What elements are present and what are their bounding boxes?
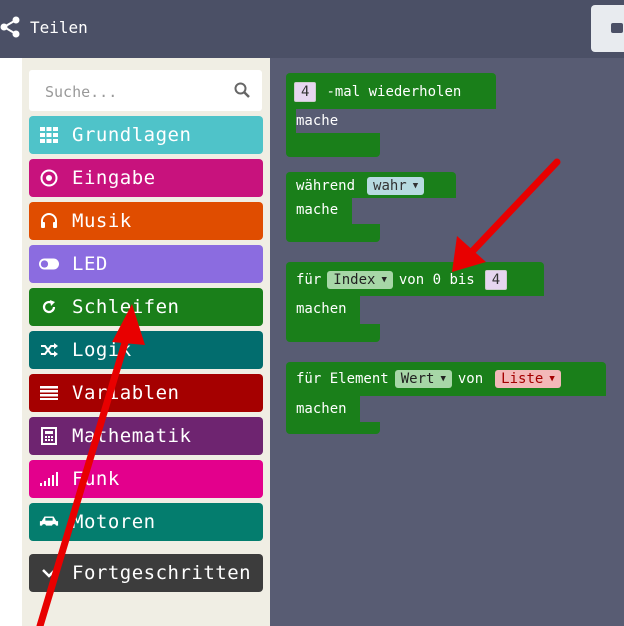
category-label: Logik	[72, 339, 132, 361]
car-icon	[39, 512, 59, 532]
category-led[interactable]: LED	[29, 245, 263, 283]
category-funk[interactable]: Funk	[29, 460, 263, 498]
category-grundlagen[interactable]: Grundlagen	[29, 116, 263, 154]
category-motoren[interactable]: Motoren	[29, 503, 263, 541]
category-musik[interactable]: Musik	[29, 202, 263, 240]
dropdown-arrow-icon: ▼	[381, 275, 387, 285]
category-variablen[interactable]: Variablen	[29, 374, 263, 412]
dropdown-arrow-icon: ▼	[440, 374, 446, 384]
category-label: Schleifen	[72, 296, 180, 318]
toolbar-button[interactable]	[591, 5, 624, 52]
while-label: während	[296, 178, 356, 194]
category-mathematik[interactable]: Mathematik	[29, 417, 263, 455]
repeat-label: -mal wiederholen	[326, 84, 462, 100]
grid-icon	[39, 125, 59, 145]
category-schleifen[interactable]: Schleifen	[29, 288, 263, 326]
refresh-icon	[39, 297, 59, 317]
list-icon	[39, 383, 59, 403]
category-logik[interactable]: Logik	[29, 331, 263, 369]
foreach-list-dropdown[interactable]: Liste ▼	[495, 370, 561, 388]
foreach-variable-dropdown[interactable]: Wert ▼	[394, 370, 452, 388]
category-eingabe[interactable]: Eingabe	[29, 159, 263, 197]
share-button[interactable]: Teilen	[0, 16, 88, 38]
calculator-icon	[39, 426, 59, 446]
dropdown-arrow-icon: ▼	[412, 181, 419, 191]
category-label: Variablen	[72, 382, 180, 404]
while-condition-dropdown[interactable]: wahr ▼	[367, 177, 425, 195]
category-label: Motoren	[72, 511, 156, 533]
share-label: Teilen	[30, 17, 88, 37]
for-do-label: machen	[296, 301, 347, 317]
foreach-of-label: von	[457, 371, 484, 387]
category-label: Musik	[72, 210, 132, 232]
for-variable-value: Index	[333, 272, 376, 288]
category-fortgeschritten[interactable]: Fortgeschritten	[29, 554, 263, 592]
foreach-list-value: Liste	[501, 371, 544, 387]
category-label: Fortgeschritten	[72, 562, 252, 584]
foreach-variable-value: Wert	[400, 371, 435, 387]
search-icon[interactable]	[234, 82, 250, 98]
toggle-icon	[39, 254, 59, 274]
for-to-value[interactable]: 4	[484, 270, 508, 290]
shuffle-icon	[39, 340, 59, 360]
headphones-icon	[39, 211, 59, 231]
chevron-down-icon	[39, 563, 59, 583]
for-from-label: von 0 bis	[398, 272, 475, 288]
category-label: Grundlagen	[72, 124, 192, 146]
category-label: Mathematik	[72, 425, 192, 447]
top-toolbar: Teilen	[0, 0, 624, 58]
while-do-label: mache	[296, 202, 339, 218]
share-icon	[0, 16, 20, 38]
category-label: LED	[72, 253, 108, 275]
for-label: für	[296, 272, 322, 288]
for-variable-dropdown[interactable]: Index ▼	[327, 271, 393, 289]
search-box[interactable]	[29, 70, 262, 113]
target-icon	[39, 168, 59, 188]
toolbox-icon	[611, 23, 623, 33]
repeat-do-label: mache	[296, 113, 339, 129]
search-input[interactable]	[29, 70, 237, 113]
left-edge	[0, 58, 22, 626]
repeat-count[interactable]: 4	[294, 82, 317, 102]
category-label: Funk	[72, 468, 120, 490]
dropdown-arrow-icon: ▼	[549, 374, 555, 384]
foreach-label: für Element	[296, 371, 389, 387]
category-label: Eingabe	[72, 167, 156, 189]
while-condition-value: wahr	[373, 178, 407, 194]
foreach-do-label: machen	[296, 401, 347, 417]
signal-icon	[39, 469, 59, 489]
